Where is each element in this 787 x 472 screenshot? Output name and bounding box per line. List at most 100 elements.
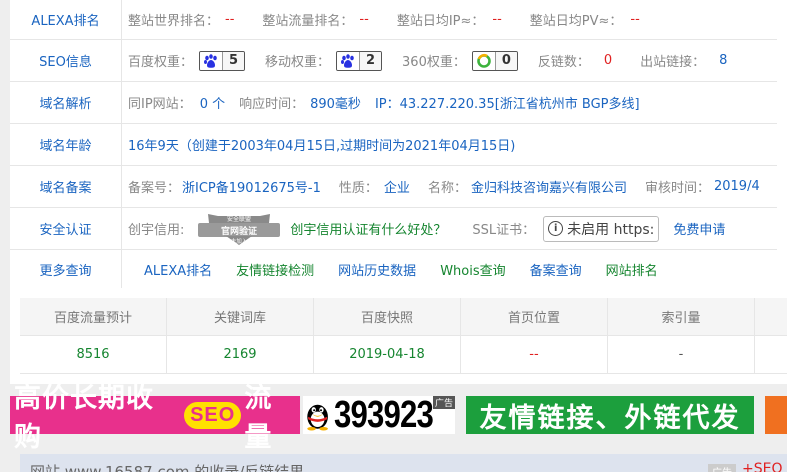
stats-header-cell: 关键词库	[167, 298, 314, 335]
more-query-label[interactable]: 更多查询	[10, 250, 122, 288]
seal-mid-text: 官网验证	[221, 225, 257, 237]
stats-value-cell[interactable]: 2169	[167, 336, 314, 373]
ad-banner-friend-links[interactable]: 友情链接、外链代发	[466, 396, 754, 434]
stats-header-cell: 首页位置	[461, 298, 608, 335]
baidu-weight-key: 百度权重：	[128, 55, 194, 70]
stats-value-cell[interactable]: 2019-04-18	[314, 336, 461, 373]
stats-value-cell[interactable]: 8516	[20, 336, 167, 373]
dns-label[interactable]: 域名解析	[10, 82, 122, 123]
domain-age-value: 16年9天（创建于2003年04月15日,过期时间为2021年04月15日)	[128, 139, 516, 154]
daily-pv-value: --	[630, 12, 640, 27]
ssl-key: SSL证书：	[472, 223, 536, 238]
dns-content: 同IP网站： 0 个 响应时间： 890毫秒 IP：43.227.220.35[…	[122, 82, 640, 123]
ssl-apply-link[interactable]: 免费申请	[673, 219, 725, 238]
icp-audit-key: 审核时间：	[644, 181, 710, 196]
ssl-status-text: 未启用 https:	[567, 221, 655, 238]
ad-banner-qq[interactable]: 393923 广告	[303, 393, 455, 436]
link-friend-check[interactable]: 友情链接检测	[236, 260, 314, 279]
icp-number-key: 备案号：	[128, 181, 181, 196]
daily-pv-key: 整站日均PV≈：	[529, 14, 623, 29]
traffic-rank-value: --	[359, 12, 369, 27]
link-alexa-rank[interactable]: ALEXA排名	[144, 260, 212, 279]
qq-penguin-icon	[307, 404, 328, 431]
s360-weight-value: 0	[494, 51, 517, 70]
seo-label[interactable]: SEO信息	[10, 40, 122, 81]
index-results-title: 网站 www.16587.com 的收录/反链结果	[30, 463, 305, 472]
ad-banner-seo-traffic[interactable]: 高价长期收购 SEO 流量	[10, 383, 300, 453]
icp-nature-key: 性质：	[338, 181, 378, 196]
icp-name-value: 金归科技咨询嘉兴有限公司	[470, 181, 627, 196]
icp-name-key: 名称：	[427, 181, 467, 196]
mobile-weight-key: 移动权重：	[265, 55, 331, 70]
daily-ip-value: --	[492, 12, 502, 27]
daily-ip-key: 整站日均IP≈：	[396, 14, 485, 29]
link-icp-query[interactable]: 备案查询	[530, 260, 582, 279]
alexa-row: ALEXA排名 整站世界排名： -- 整站流量排名： -- 整站日均IP≈： -…	[10, 0, 777, 40]
baidu-weight-value: 5	[222, 51, 245, 70]
stats-value-cell[interactable]: --	[461, 336, 608, 373]
alexa-label[interactable]: ALEXA排名	[10, 0, 122, 39]
s360-weight-key: 360权重：	[402, 55, 466, 70]
seal-top-text: 安全联盟	[227, 215, 251, 223]
more-query-links: ALEXA排名 友情链接检测 网站历史数据 Whois查询 备案查询 网站排名	[122, 250, 658, 288]
stats-header-row: 百度流量预计 关键词库 百度快照 首页位置 索引量	[20, 298, 787, 336]
ad2-tag: 广告	[432, 396, 455, 409]
ip-location[interactable]: IP：43.227.220.35[浙江省杭州市 BGP多线]	[375, 93, 640, 112]
security-row: 安全认证 创宇信用: 安全联盟 官网验证 未加入 创宇信用认证有什么好处？ SS…	[10, 208, 777, 250]
dns-row: 域名解析 同IP网站： 0 个 响应时间： 890毫秒 IP：43.227.22…	[10, 82, 777, 124]
more-query-row: 更多查询 ALEXA排名 友情链接检测 网站历史数据 Whois查询 备案查询 …	[10, 250, 777, 288]
icp-nature-value: 企业	[383, 181, 410, 196]
credit-key: 创宇信用:	[128, 223, 185, 238]
ad2-qq-number: 393923	[334, 393, 434, 436]
outlinks-value[interactable]: 8	[719, 53, 727, 68]
response-time-key: 响应时间：	[239, 97, 305, 112]
bottom-ad-tag: 广告	[708, 464, 736, 472]
backlinks-value[interactable]: 0	[604, 53, 612, 68]
mobile-paw-icon	[337, 51, 360, 70]
same-ip-key: 同IP网站：	[128, 97, 192, 112]
same-ip-value[interactable]: 0 个	[200, 93, 225, 112]
seo-row: SEO信息 百度权重： 5 移动权重： 2 360权重： 0 反链数： 0 出站…	[10, 40, 777, 82]
icp-row: 域名备案 备案号： 浙ICP备19012675号-1 性质： 企业 名称： 金归…	[10, 166, 777, 208]
link-site-history[interactable]: 网站历史数据	[338, 260, 416, 279]
bottom-seo-link[interactable]: +SEO	[742, 461, 782, 472]
s360-weight-badge[interactable]: 0	[471, 50, 518, 71]
world-rank-key: 整站世界排名：	[128, 14, 220, 29]
link-whois[interactable]: Whois查询	[440, 260, 505, 279]
baidu-weight-badge[interactable]: 5	[199, 50, 246, 71]
ad-banner-partial[interactable]	[765, 396, 787, 434]
baidu-stats-table: 百度流量预计 关键词库 百度快照 首页位置 索引量 8516 2169 2019…	[20, 298, 787, 374]
baidu-paw-icon	[200, 51, 223, 70]
icp-audit-value: 2019/4	[713, 179, 760, 194]
ad1-text-b: 流量	[244, 383, 273, 453]
domain-age-label[interactable]: 域名年龄	[10, 124, 122, 165]
index-results-header: 网站 www.16587.com 的收录/反链结果 广告 +SEO	[20, 454, 787, 472]
domain-age-content: 16年9天（创建于2003年04月15日,过期时间为2021年04月15日)	[122, 124, 515, 165]
alexa-content: 整站世界排名： -- 整站流量排名： -- 整站日均IP≈： -- 整站日均PV…	[122, 0, 640, 39]
security-label[interactable]: 安全认证	[10, 208, 122, 249]
security-content: 创宇信用: 安全联盟 官网验证 未加入 创宇信用认证有什么好处？ SSL证书： …	[122, 208, 725, 249]
mobile-weight-badge[interactable]: 2	[336, 50, 383, 71]
stats-header-cell: 百度流量预计	[20, 298, 167, 335]
stats-value-cell[interactable]: -	[608, 336, 755, 373]
stats-value-row: 8516 2169 2019-04-18 -- -	[20, 336, 787, 374]
icp-number-value[interactable]: 浙ICP备19012675号-1	[182, 177, 321, 196]
security-seal-badge[interactable]: 安全联盟 官网验证 未加入	[196, 212, 282, 246]
seal-bot-text: 未加入	[231, 237, 248, 245]
backlinks-key: 反链数：	[537, 55, 590, 70]
traffic-rank-key: 整站流量排名：	[262, 14, 354, 29]
ssl-status-button[interactable]: i 未启用 https:	[543, 215, 660, 242]
seo-content: 百度权重： 5 移动权重： 2 360权重： 0 反链数： 0 出站链接： 8	[122, 40, 727, 81]
icp-content: 备案号： 浙ICP备19012675号-1 性质： 企业 名称： 金归科技咨询嘉…	[122, 166, 760, 207]
mobile-weight-value: 2	[359, 51, 382, 70]
s360-ring-icon	[472, 51, 495, 70]
icp-label[interactable]: 域名备案	[10, 166, 122, 207]
ad1-text-a: 高价长期收购	[14, 383, 154, 453]
response-time-value: 890毫秒	[310, 97, 361, 112]
outlinks-key: 出站链接：	[640, 55, 706, 70]
link-site-rank[interactable]: 网站排名	[606, 260, 658, 279]
world-rank-value: --	[225, 12, 235, 27]
stats-header-cell: 百度快照	[314, 298, 461, 335]
credit-benefit-link[interactable]: 创宇信用认证有什么好处？	[290, 219, 446, 238]
stats-header-cell: 索引量	[608, 298, 755, 335]
